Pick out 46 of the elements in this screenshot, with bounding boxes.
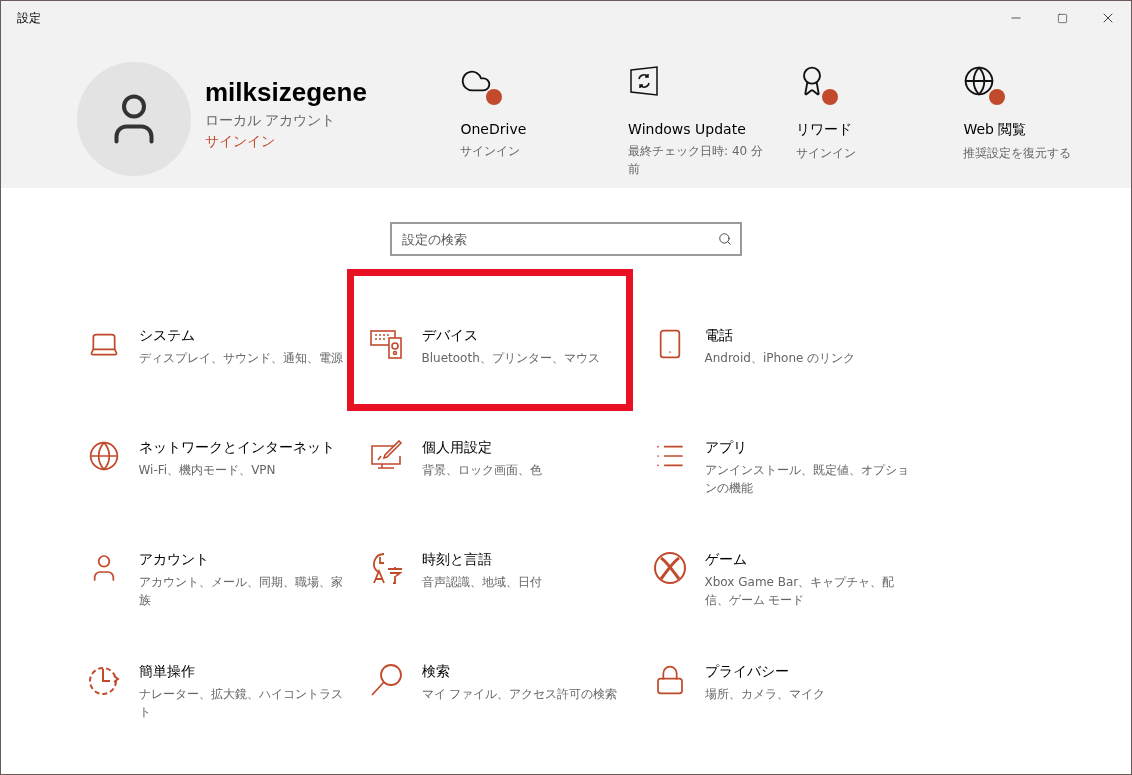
category-description: 場所、カメラ、マイク — [704, 686, 826, 703]
category-title[interactable]: アカウント — [138, 551, 344, 569]
category-description: ナレーター、拡大鏡、ハイコントラスト — [138, 686, 344, 721]
header-item-subtitle: サインイン — [795, 145, 857, 162]
header-item-subtitle: 最終チェック日時: 40 分前 — [628, 143, 764, 178]
search-icon — [369, 663, 404, 697]
category-title[interactable]: 個人用設定 — [421, 439, 627, 457]
globe-icon — [963, 65, 996, 97]
account-name: milksizegene — [205, 77, 368, 108]
header-item-title[interactable]: OneDrive — [460, 121, 527, 137]
category-description: アンインストール、既定値、オプションの機能 — [704, 462, 910, 497]
category-title[interactable]: 検索 — [421, 663, 627, 681]
category-title[interactable]: 簡単操作 — [138, 663, 344, 681]
refresh-window-icon — [628, 65, 661, 97]
category-title[interactable]: システム — [138, 327, 344, 345]
category-description: ディスプレイ、サウンド、通知、電源 — [138, 350, 344, 367]
sign-in-link[interactable]: サインイン — [205, 133, 461, 151]
category-title[interactable]: プライバシー — [704, 663, 910, 681]
maximize-icon — [1056, 12, 1068, 24]
header-item-subtitle: サインイン — [460, 143, 522, 160]
category-description: Wi-Fi、機内モード、VPN — [138, 462, 277, 479]
circle-x-icon — [652, 551, 687, 585]
category-description: 音声認識、地域、日付 — [421, 574, 543, 591]
search-field[interactable]: 設定の検索 — [390, 222, 742, 256]
category-description: Bluetooth、プリンター、マウス — [421, 350, 601, 367]
header-item-title[interactable]: Web 閲覧 — [963, 121, 1027, 139]
category-description: Android、iPhone のリンク — [704, 350, 857, 367]
category-description: Xbox Game Bar、キャプチャ、配信、ゲーム モード — [704, 574, 896, 609]
category-title[interactable]: アプリ — [704, 439, 910, 457]
category-title[interactable]: ゲーム — [704, 551, 910, 569]
category-description: マイ ファイル、アクセス許可の検索 — [421, 686, 619, 703]
category-description: アカウント、メール、同期、職場、家族 — [138, 574, 344, 609]
globe-icon — [87, 440, 120, 472]
category-title[interactable]: 電話 — [704, 327, 910, 345]
header-item-title[interactable]: Windows Update — [628, 121, 746, 137]
monitor-brush-icon — [369, 440, 404, 472]
category-title[interactable]: ネットワークとインターネット — [138, 439, 344, 457]
header-item-title[interactable]: リワード — [795, 121, 852, 139]
keyboard-speaker-icon — [369, 328, 404, 360]
header-item-subtitle: 推奨設定を復元する — [963, 145, 1073, 162]
account-type: ローカル アカウント — [205, 112, 337, 130]
category-title[interactable]: デバイス — [421, 327, 627, 345]
category-title[interactable]: 時刻と言語 — [421, 551, 627, 569]
search-icon — [718, 232, 732, 246]
window-title: 設定 — [17, 9, 41, 27]
category-description: 背景、ロック画面、色 — [421, 462, 543, 479]
